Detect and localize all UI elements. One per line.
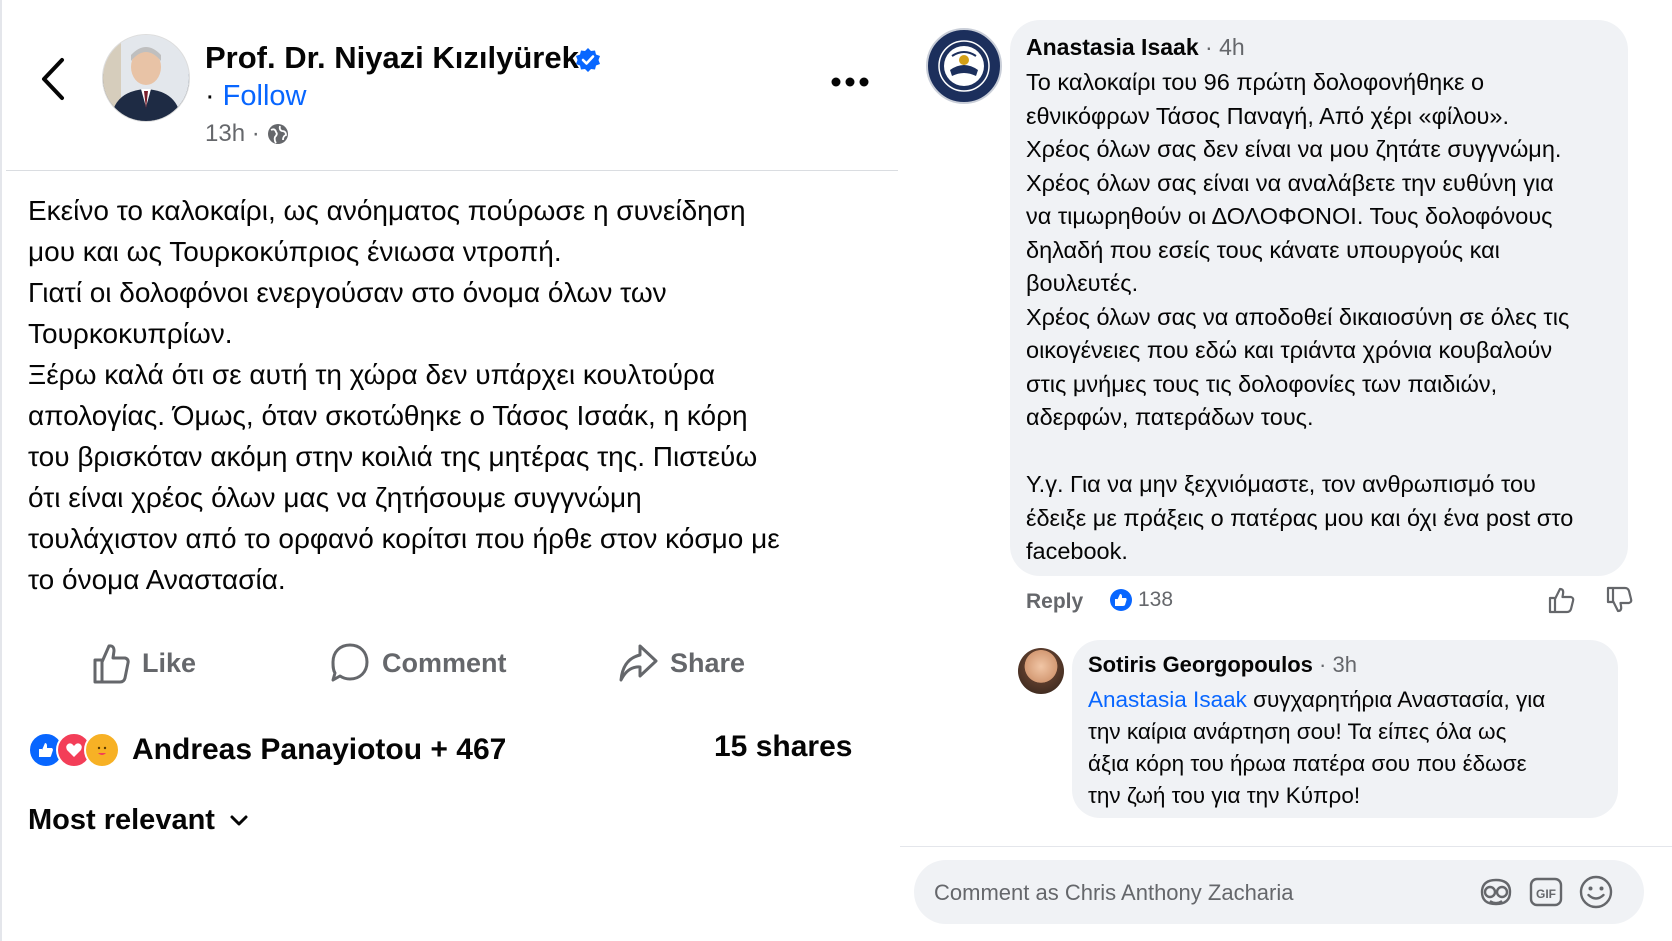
gif-button[interactable]: GIF bbox=[1528, 874, 1564, 910]
reaction-icons bbox=[28, 732, 120, 768]
comment-line: άξια κόρη του ήρωα πατέρα σου που έδωσε bbox=[1088, 751, 1527, 776]
post-line: Εκείνο το καλοκαίρι, ως ανόηματος πούρωσ… bbox=[28, 195, 746, 226]
mention-link[interactable]: Anastasia Isaak bbox=[1088, 687, 1247, 712]
back-button[interactable] bbox=[36, 54, 72, 104]
comment-time[interactable]: · 4h bbox=[1205, 34, 1245, 60]
post-text: Εκείνο το καλοκαίρι, ως ανόηματος πούρωσ… bbox=[28, 190, 828, 600]
comments-panel: Anastasia Isaak · 4h Το καλοκαίρι του 96… bbox=[900, 0, 1672, 941]
comment-button[interactable]: Comment bbox=[330, 636, 507, 690]
follow-button[interactable]: Follow bbox=[223, 80, 307, 112]
emoji-button[interactable] bbox=[1578, 874, 1614, 910]
like-reaction-icon bbox=[1110, 589, 1132, 611]
post-line: του βρισκόταν ακόμη στην κοιλιά της μητέ… bbox=[28, 441, 758, 472]
comment-text: Το καλοκαίρι του 96 πρώτη δολοφονήθηκε ο… bbox=[1026, 66, 1616, 569]
comment-author-row: Anastasia Isaak · 4h bbox=[1026, 34, 1245, 61]
comment-time[interactable]: · 3h bbox=[1319, 652, 1357, 677]
thumbs-up-icon bbox=[1548, 587, 1575, 614]
post-line: απολογίας. Όμως, όταν σκοτώθηκε ο Τάσος … bbox=[28, 400, 748, 431]
author-name[interactable]: Prof. Dr. Niyazi Kızılyürek bbox=[205, 40, 579, 76]
like-label: Like bbox=[142, 647, 197, 678]
post-meta: 13h · bbox=[205, 120, 290, 148]
verified-badge-icon bbox=[575, 47, 601, 73]
share-label: Share bbox=[670, 647, 746, 678]
header-divider bbox=[6, 170, 898, 171]
comment-composer: GIF bbox=[914, 860, 1644, 924]
post-line: Τουρκοκυπρίων. bbox=[28, 318, 233, 349]
globe-icon bbox=[267, 124, 288, 144]
share-arrow-icon bbox=[619, 644, 658, 682]
reply-button[interactable]: Reply bbox=[1026, 590, 1083, 614]
comment-line: οικογένειες που εδώ και τριάντα χρόνια κ… bbox=[1026, 337, 1553, 363]
separator-dot: · bbox=[205, 80, 215, 112]
post-line: το όνομα Αναστασία. bbox=[28, 564, 286, 595]
comment-line: Χρέος όλων σας είναι να αναλάβετε την ευ… bbox=[1026, 169, 1554, 196]
post-line: Γιατί οι δολοφόνοι ενεργούσαν στο όνομα … bbox=[28, 277, 667, 308]
post-line: μου και ως Τουρκοκύπριος ένιωσα ντροπή. bbox=[28, 236, 562, 267]
shares-count[interactable]: 15 shares bbox=[714, 730, 852, 764]
comment-line: αδερφών, πατεράδων τους. bbox=[1026, 404, 1314, 430]
author-photo bbox=[103, 35, 189, 121]
comment-line: Anastasia Isaak συγχαρητήρια Αναστασία, … bbox=[1088, 684, 1608, 716]
comment-line: facebook. bbox=[1026, 538, 1128, 564]
chevron-left-icon bbox=[42, 58, 64, 100]
comment-line: Χρέος όλων σας να αποδοθεί δικαιοσύνη σε… bbox=[1026, 303, 1570, 330]
comment-line: στις μνήμες τους τις δολοφονίες των παιδ… bbox=[1026, 370, 1498, 397]
comment-label: Comment bbox=[382, 647, 507, 678]
author-avatar[interactable] bbox=[102, 34, 190, 122]
comment-line: να τιμωρηθούν οι ΔΟΛΟΦΟΝΟΙ. Τους δολοφόν… bbox=[1026, 203, 1553, 229]
comment-line: έδειξε με πράξεις ο πατέρας μου και όχι … bbox=[1026, 504, 1574, 531]
emoji-icon bbox=[1579, 875, 1613, 909]
more-options-button[interactable] bbox=[828, 70, 872, 94]
post-line: Ξέρω καλά ότι σε αυτή τη χώρα δεν υπάρχε… bbox=[28, 359, 716, 390]
reactions-text: Andreas Panayiotou + 467 bbox=[132, 733, 507, 766]
commenter-avatar[interactable] bbox=[1018, 648, 1064, 694]
sticker-icon bbox=[1480, 878, 1512, 906]
share-button[interactable]: Share bbox=[618, 636, 745, 690]
emblem-logo bbox=[930, 32, 998, 100]
reactions-summary[interactable]: Andreas Panayiotou + 467 bbox=[28, 728, 506, 772]
comment-line: εθνικόφρων Τάσος Παναγή, Από χέρι «φίλου… bbox=[1026, 102, 1509, 129]
sticker-button[interactable] bbox=[1478, 874, 1514, 910]
more-dots-icon bbox=[831, 77, 869, 87]
post-panel: Prof. Dr. Niyazi Kızılyürek · Follow 13h … bbox=[0, 0, 900, 941]
comment-reactions[interactable]: 138 bbox=[1110, 588, 1173, 612]
comment-like-button[interactable] bbox=[1548, 586, 1576, 614]
comment-line-text: συγχαρητήρια Αναστασία, για bbox=[1246, 687, 1546, 712]
commenter-avatar[interactable] bbox=[926, 28, 1002, 104]
like-button[interactable]: Like bbox=[92, 636, 196, 690]
post-line: ότι είναι χρέος όλων μας να ζητήσουμε συ… bbox=[28, 482, 642, 513]
comment-bubble-icon bbox=[331, 643, 369, 682]
post-time[interactable]: 13h · bbox=[205, 120, 260, 148]
comment-line: Υ.γ. Για να μην ξεχνιόμαστε, τον ανθρωπι… bbox=[1026, 471, 1536, 497]
comment-line: Το καλοκαίρι του 96 πρώτη δολοφονήθηκε ο bbox=[1026, 69, 1485, 95]
comment-line: την ζωή του για την Κύπρο! bbox=[1088, 783, 1361, 808]
gif-icon: GIF bbox=[1529, 877, 1563, 907]
comment-author[interactable]: Anastasia Isaak bbox=[1026, 34, 1199, 60]
comment-author-row: Sotiris Georgopoulos · 3h bbox=[1088, 652, 1357, 678]
sort-label: Most relevant bbox=[28, 804, 215, 836]
comment-line: βουλευτές. bbox=[1026, 270, 1139, 296]
chevron-down-icon bbox=[230, 815, 248, 825]
follow-row: · Follow bbox=[205, 80, 306, 113]
panel-edge bbox=[0, 0, 2, 941]
comment-line: Χρέος όλων σας δεν είναι να μου ζητάτε σ… bbox=[1026, 136, 1562, 162]
thumbs-up-icon bbox=[93, 644, 130, 684]
sort-comments-dropdown[interactable]: Most relevant bbox=[28, 804, 249, 837]
svg-text:GIF: GIF bbox=[1536, 887, 1556, 901]
comment-line: την καίρια ανάρτηση σου! Τα είπες όλα ως bbox=[1088, 719, 1507, 744]
post-line: τουλάχιστον από το ορφανό κορίτσι που ήρ… bbox=[28, 523, 780, 554]
composer-divider bbox=[900, 846, 1672, 847]
care-reaction-icon bbox=[84, 732, 120, 768]
comment-text: Anastasia Isaak συγχαρητήρια Αναστασία, … bbox=[1088, 684, 1608, 812]
comment-dislike-button[interactable] bbox=[1606, 586, 1634, 614]
comment-author[interactable]: Sotiris Georgopoulos bbox=[1088, 652, 1313, 677]
like-count: 138 bbox=[1138, 588, 1174, 611]
comment-line: δηλαδή που εσείς τους κάνατε υπουργούς κ… bbox=[1026, 236, 1500, 263]
thumbs-down-icon bbox=[1606, 586, 1633, 613]
comment-input[interactable] bbox=[932, 872, 1436, 914]
